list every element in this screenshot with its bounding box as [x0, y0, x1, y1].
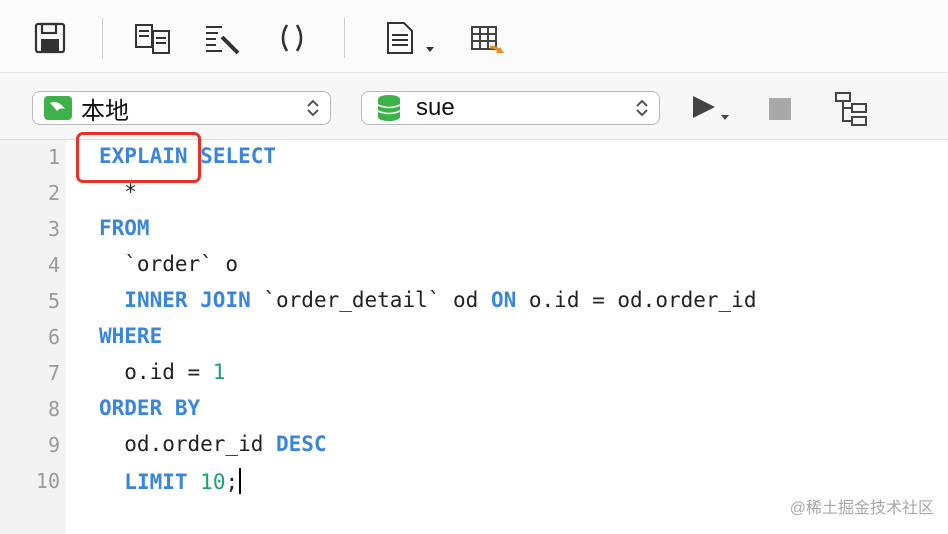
code-text: od.order_id DESC [99, 432, 327, 456]
parentheses-icon[interactable] [270, 18, 314, 58]
line-number: 3 [47, 217, 60, 241]
connection-select[interactable]: 本地 [32, 91, 331, 125]
export-result-icon[interactable] [466, 18, 510, 58]
mysql-dolphin-icon [44, 96, 72, 120]
code-line[interactable]: 9 od.order_id DESC [0, 428, 948, 464]
watermark: @稀土掘金技术社区 [789, 500, 934, 517]
database-label: sue [416, 94, 455, 121]
database-select[interactable]: sue [361, 91, 660, 125]
code-text: ORDER BY [99, 396, 201, 420]
sql-editor[interactable]: 1 EXPLAIN SELECT 2 * 3 FROM 4 `order` o … [0, 140, 948, 534]
code-text: FROM [99, 216, 150, 240]
line-number: 5 [47, 289, 60, 313]
code-line[interactable]: 4 `order` o [0, 248, 948, 284]
line-number: 8 [47, 397, 60, 421]
save-icon[interactable] [28, 18, 72, 58]
code-text: INNER JOIN `order_detail` od ON o.id = o… [124, 288, 757, 312]
text-cursor [239, 468, 242, 494]
line-number: 9 [47, 433, 60, 457]
main-toolbar [0, 0, 948, 73]
code-line[interactable]: 8 ORDER BY [0, 392, 948, 428]
code-text: * [99, 180, 137, 204]
line-number: 6 [47, 325, 60, 349]
code-line[interactable]: 5 INNER JOIN `order_detail` od ON o.id =… [0, 284, 948, 320]
snippet-icon[interactable] [380, 18, 440, 58]
stop-icon[interactable] [758, 89, 802, 129]
run-icon[interactable] [688, 89, 738, 129]
connection-label: 本地 [81, 97, 129, 125]
code-line[interactable]: 3 FROM [0, 212, 948, 248]
code-text: LIMIT 10; [99, 468, 242, 494]
code-text: `order` o [99, 252, 239, 276]
code-line[interactable]: 7 o.id = 1 [0, 356, 948, 392]
chevron-updown-icon [636, 99, 648, 117]
toolbar-divider [102, 18, 103, 58]
code-text: WHERE [99, 324, 163, 348]
code-text: o.id = 1 [99, 360, 226, 384]
explain-tree-icon[interactable] [828, 89, 872, 129]
database-icon [377, 95, 401, 121]
line-number: 1 [47, 145, 60, 169]
chevron-updown-icon [307, 99, 319, 117]
line-number: 10 [35, 469, 60, 493]
line-number: 2 [47, 181, 60, 205]
line-number: 7 [47, 361, 60, 385]
highlight-box [76, 132, 201, 183]
code-line[interactable]: 6 WHERE [0, 320, 948, 356]
beautify-sql-icon[interactable] [200, 18, 244, 58]
connection-bar: 本地 sue [0, 73, 948, 140]
toolbar-divider [344, 18, 345, 58]
query-builder-icon[interactable] [130, 18, 174, 58]
line-number: 4 [47, 253, 60, 277]
